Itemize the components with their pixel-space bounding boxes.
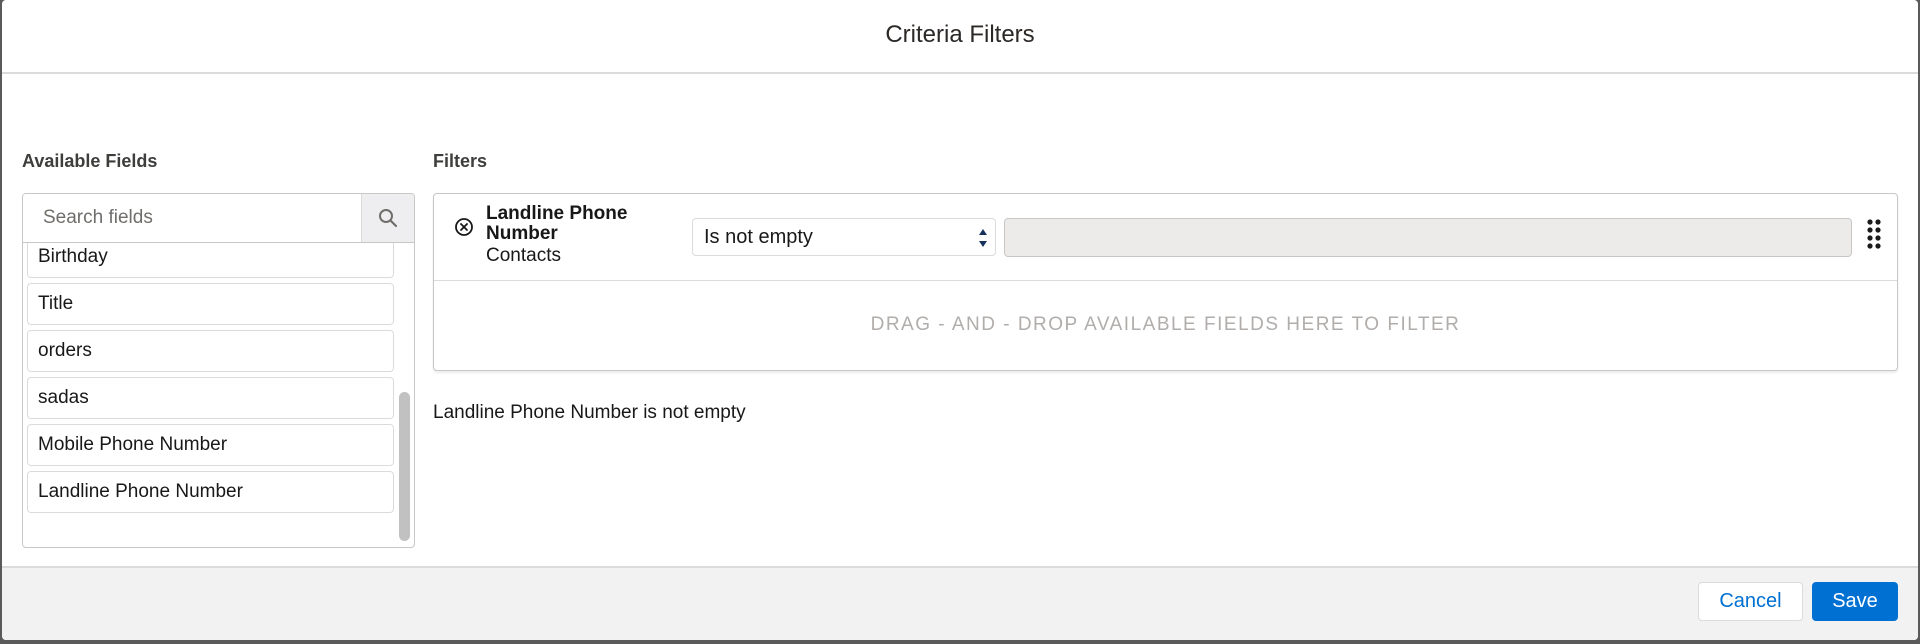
save-button[interactable]: Save — [1812, 582, 1898, 621]
filter-field-name: Landline Phone Number — [486, 203, 628, 244]
drag-handle-icon[interactable] — [1866, 219, 1882, 249]
search-icon — [379, 209, 398, 228]
filters-heading: Filters — [433, 151, 488, 171]
available-fields-heading: Available Fields — [22, 151, 158, 171]
fields-scrollbar[interactable] — [399, 242, 410, 544]
fields-scrollbar-thumb[interactable] — [399, 392, 410, 541]
filter-row: Landline Phone Number Contacts Is not em… — [434, 194, 1897, 281]
modal-footer: Cancel Save — [2, 566, 1918, 640]
criteria-filters-modal: Criteria Filters Available Fields Email — [2, 0, 1918, 640]
filter-object-name: Contacts — [486, 245, 561, 266]
select-arrows-icon — [979, 229, 987, 247]
close-circle-icon[interactable] — [454, 217, 474, 237]
operator-select[interactable]: Is not empty — [692, 218, 996, 256]
field-item-mobile-phone-number[interactable]: Mobile Phone Number — [27, 424, 394, 466]
filter-drop-zone[interactable]: DRAG - AND - DROP AVAILABLE FIELDS HERE … — [434, 281, 1897, 369]
modal-header: Criteria Filters — [2, 0, 1918, 74]
search-fields-input[interactable] — [23, 194, 361, 242]
field-item-sadas[interactable]: sadas — [27, 377, 394, 419]
filter-value-input[interactable] — [1004, 218, 1852, 257]
cancel-button[interactable]: Cancel — [1698, 582, 1803, 621]
field-item-orders[interactable]: orders — [27, 330, 394, 372]
filter-summary: Landline Phone Number is not empty — [433, 402, 746, 423]
operator-selected-value: Is not empty — [704, 225, 813, 248]
modal-body: Available Fields Email Birthday Title — [2, 74, 1918, 568]
filters-panel: Filters Landline Phone Number Contacts I… — [433, 151, 1898, 424]
field-item-landline-phone-number[interactable]: Landline Phone Number — [27, 471, 394, 513]
available-fields-box: Email Birthday Title orders sadas Mobile… — [22, 193, 415, 548]
search-row — [23, 194, 414, 243]
field-item-title[interactable]: Title — [27, 283, 394, 325]
modal-title: Criteria Filters — [885, 21, 1035, 48]
filters-box: Landline Phone Number Contacts Is not em… — [433, 193, 1898, 371]
available-fields-panel: Available Fields Email Birthday Title — [22, 151, 415, 548]
search-button[interactable] — [361, 194, 414, 242]
